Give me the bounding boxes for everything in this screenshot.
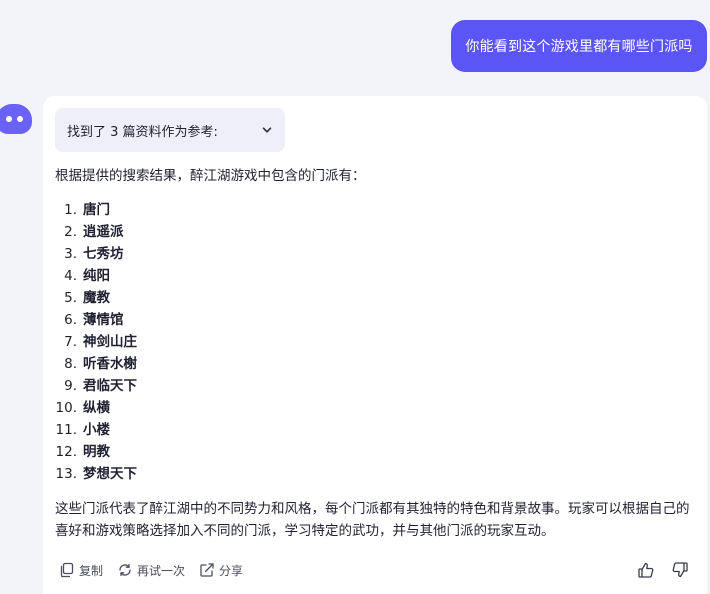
list-item: 4. 纯阳	[55, 265, 137, 287]
references-toggle[interactable]: 找到了 3 篇资料作为参考:	[55, 108, 285, 152]
response-intro: 根据提供的搜索结果，醉江湖游戏中包含的门派有：	[55, 168, 366, 184]
avatar-eye-right	[17, 116, 23, 122]
chat-page: 你能看到这个游戏里都有哪些门派吗 找到了 3 篇资料作为参考: 根据提供的搜索结…	[0, 0, 710, 594]
list-item-number: 12.	[55, 444, 77, 460]
list-item: 10. 纵横	[55, 397, 137, 419]
list-item: 7. 神剑山庄	[55, 331, 137, 353]
response-actions: 复制 再试一次 分享	[59, 558, 257, 582]
list-item-number: 3.	[64, 246, 77, 262]
list-item: 12. 明教	[55, 441, 137, 463]
list-item-number: 8.	[64, 356, 77, 372]
list-item-name: 君临天下	[83, 378, 137, 394]
list-item-name: 薄情馆	[83, 312, 124, 328]
list-item-number: 4.	[64, 268, 77, 284]
list-item: 5. 魔教	[55, 287, 137, 309]
list-item: 6. 薄情馆	[55, 309, 137, 331]
thumbs-up-icon	[638, 562, 654, 578]
feedback-controls	[623, 558, 691, 582]
copy-button[interactable]: 复制	[59, 562, 103, 579]
list-item-name: 明教	[83, 444, 110, 460]
list-item-number: 10.	[55, 400, 77, 416]
response-summary: 这些门派代表了醉江湖中的不同势力和风格，每个门派都有其独特的特色和背景故事。玩家…	[55, 501, 690, 539]
retry-label: 再试一次	[137, 563, 186, 578]
avatar-eye-left	[6, 116, 12, 122]
refresh-icon	[119, 563, 131, 577]
list-item-number: 11.	[55, 422, 77, 438]
share-icon	[200, 563, 214, 577]
chevron-down-icon	[261, 124, 273, 136]
list-item: 3. 七秀坊	[55, 243, 137, 265]
user-message-text: 你能看到这个游戏里都有哪些门派吗	[465, 39, 693, 55]
bot-avatar-icon	[0, 104, 32, 134]
list-item-name: 小楼	[83, 422, 110, 438]
list-item-number: 9.	[64, 378, 77, 394]
bot-response-card: 找到了 3 篇资料作为参考: 根据提供的搜索结果，醉江湖游戏中包含的门派有： 1…	[43, 96, 707, 594]
list-item: 9. 君临天下	[55, 375, 137, 397]
list-item: 11. 小楼	[55, 419, 137, 441]
sect-list: 1. 唐门 2. 逍遥派 3. 七秀坊 4. 纯阳 5. 魔教 6. 薄情馆 7. 神剑山庄 …	[55, 199, 137, 485]
list-item-name: 唐门	[83, 202, 110, 218]
list-item-name: 神剑山庄	[83, 334, 137, 350]
list-item-name: 逍遥派	[83, 224, 124, 240]
list-item-name: 纯阳	[83, 268, 110, 284]
retry-button[interactable]: 再试一次	[117, 562, 185, 579]
thumbs-up-button[interactable]	[635, 559, 657, 581]
list-item-number: 2.	[64, 224, 77, 240]
list-item: 2. 逍遥派	[55, 221, 137, 243]
list-item-name: 七秀坊	[83, 246, 124, 262]
list-item-name: 听香水榭	[83, 356, 137, 372]
share-label: 分享	[219, 563, 244, 578]
list-item-number: 6.	[64, 312, 77, 328]
list-item: 13. 梦想天下	[55, 463, 137, 485]
list-item-name: 纵横	[83, 400, 110, 416]
list-item-number: 1.	[64, 202, 77, 218]
thumbs-down-button[interactable]	[669, 559, 691, 581]
list-item: 8. 听香水榭	[55, 353, 137, 375]
copy-icon	[60, 562, 74, 578]
user-message-bubble: 你能看到这个游戏里都有哪些门派吗	[451, 20, 707, 72]
list-item-number: 7.	[64, 334, 77, 350]
list-item-name: 魔教	[83, 290, 110, 306]
thumbs-down-icon	[672, 562, 688, 578]
list-item-number: 5.	[64, 290, 77, 306]
references-label: 找到了 3 篇资料作为参考:	[67, 124, 218, 140]
list-item-name: 梦想天下	[83, 466, 137, 482]
share-button[interactable]: 分享	[199, 562, 243, 579]
list-item-number: 13.	[55, 466, 77, 482]
list-item: 1. 唐门	[55, 199, 137, 221]
copy-label: 复制	[79, 563, 104, 578]
